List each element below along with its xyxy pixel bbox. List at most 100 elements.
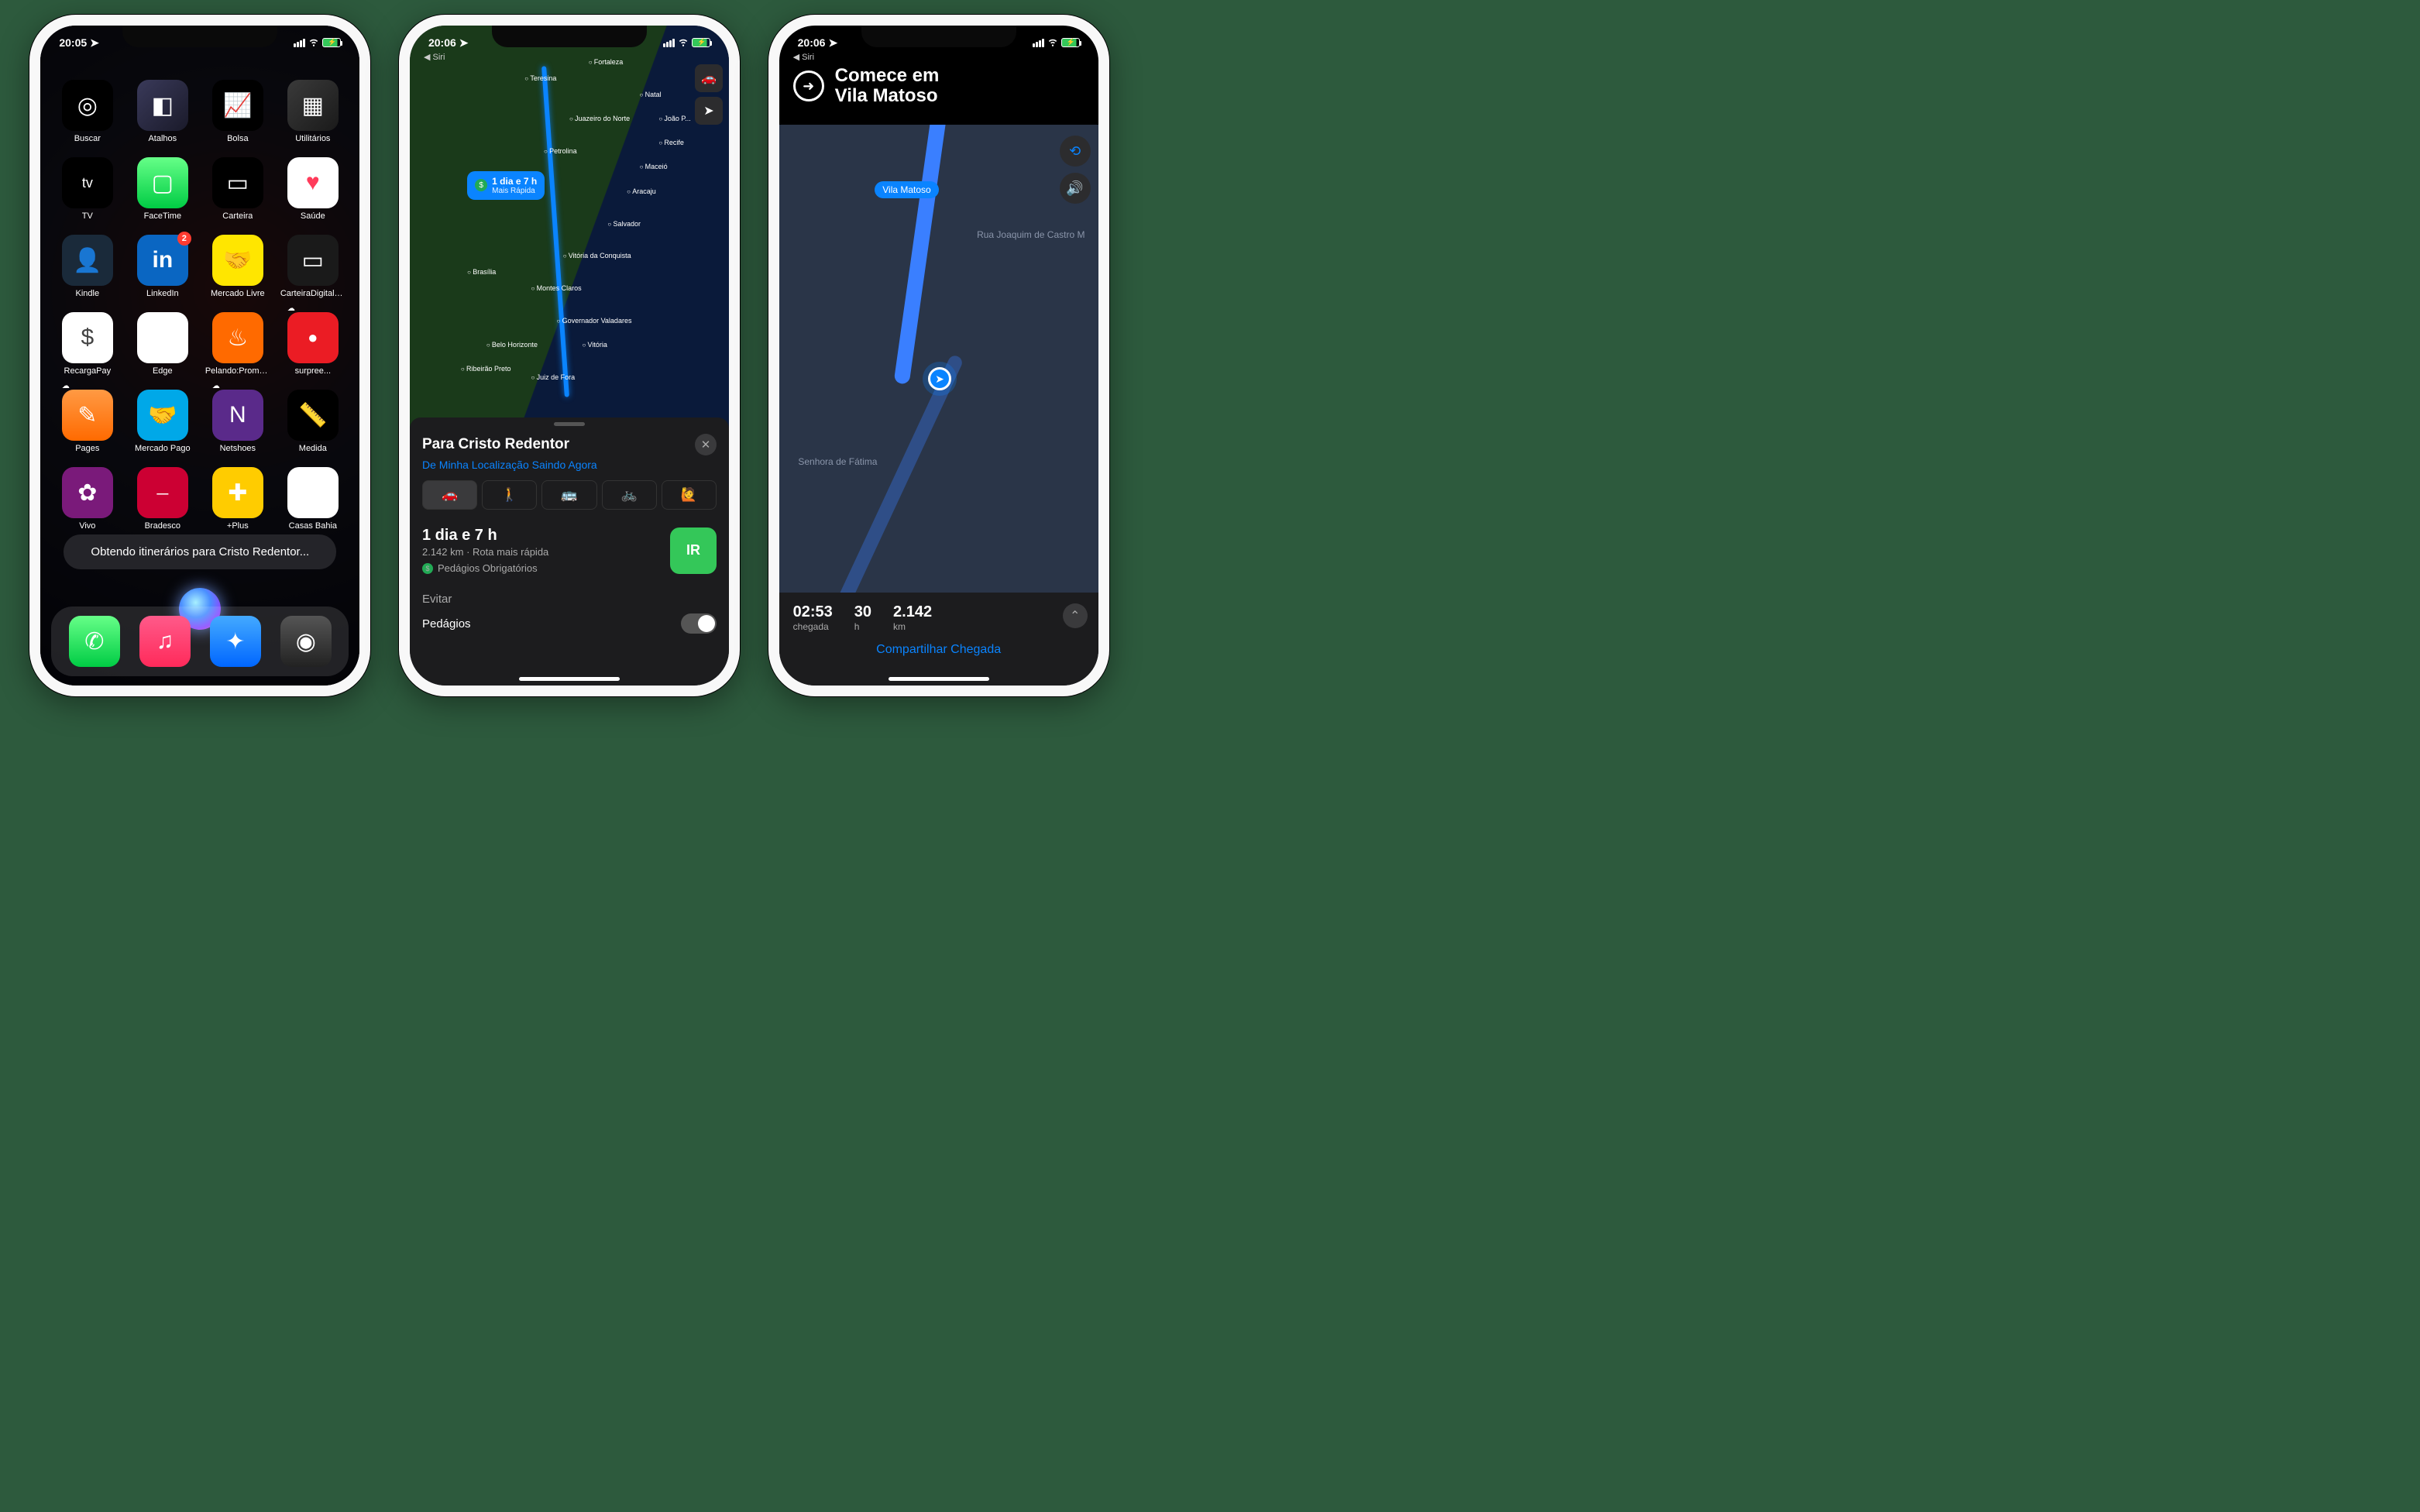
app-pelando-promo-[interactable]: ♨ Pelando:Promo... bbox=[205, 312, 270, 376]
app-facetime[interactable]: ▢FaceTime bbox=[129, 157, 195, 221]
mode-cycle[interactable]: 🚲 bbox=[602, 480, 657, 510]
navigation-banner[interactable]: ➜ Comece em Vila Matoso bbox=[779, 60, 1098, 113]
app-label: Carteira bbox=[222, 211, 253, 221]
map-city-label: Ribeirão Preto bbox=[461, 365, 511, 373]
maneuver-icon: ➜ bbox=[793, 70, 824, 101]
app-label: Utilitários bbox=[295, 134, 330, 143]
app-label: Saúde bbox=[301, 211, 325, 221]
street-label: Senhora de Fátima bbox=[798, 456, 877, 467]
dock-music[interactable]: ♫ bbox=[139, 616, 191, 667]
home-indicator[interactable] bbox=[889, 677, 989, 681]
home-screen-grid: ◎Buscar◧Atalhos📈Bolsa▦Utilitários tvTV▢Fa… bbox=[40, 26, 359, 531]
app-icon: ✿ bbox=[62, 467, 113, 518]
map-city-label: Petrolina bbox=[544, 147, 577, 155]
phone-home: 20:05 ➤ ◎Buscar◧Atalhos📈Bolsa▦Utilitário… bbox=[29, 15, 370, 696]
phone-maps-overview: 20:06 ➤ ◀ Siri $ 1 dia e 7 h Mais Rápida… bbox=[399, 15, 740, 696]
route-overview-button[interactable]: ⟲ bbox=[1060, 136, 1091, 167]
avoid-section-header: Evitar bbox=[422, 593, 717, 606]
app-mercado-livre[interactable]: 🤝Mercado Livre bbox=[205, 235, 270, 298]
app-label: RecargaPay bbox=[64, 366, 112, 376]
avoid-tolls-toggle[interactable] bbox=[681, 613, 717, 634]
app-pages[interactable]: ✎☁︎Pages bbox=[54, 390, 120, 453]
app-label: Vivo bbox=[79, 521, 95, 531]
siri-response-pill[interactable]: Obtendo itinerários para Cristo Redentor… bbox=[64, 534, 336, 569]
app-label: Pelando:Promo... bbox=[205, 366, 270, 376]
app-utilit-rios[interactable]: ▦Utilitários bbox=[280, 80, 345, 143]
directions-sheet[interactable]: Para Cristo Redentor ✕ De Minha Localiza… bbox=[410, 418, 729, 686]
cellular-icon bbox=[294, 39, 305, 47]
app-recargapay[interactable]: $RecargaPay bbox=[54, 312, 120, 376]
map-city-label: Salvador bbox=[607, 220, 641, 228]
transport-mode-button[interactable]: 🚗 bbox=[695, 64, 723, 92]
app-sa-de[interactable]: ♥Saúde bbox=[280, 157, 345, 221]
go-button[interactable]: IR bbox=[670, 527, 717, 574]
home-indicator[interactable] bbox=[519, 677, 620, 681]
stat-arrival: 02:53 chegada bbox=[793, 603, 833, 632]
wifi-icon bbox=[1047, 36, 1058, 50]
current-street-chip: Vila Matoso bbox=[875, 181, 938, 198]
app-edge[interactable]: ◔Edge bbox=[129, 312, 195, 376]
mode-drive[interactable]: 🚗 bbox=[422, 480, 477, 510]
app-medida[interactable]: 📏 Medida bbox=[280, 390, 345, 453]
app-bradesco[interactable]: ⎯Bradesco bbox=[129, 467, 195, 531]
app-icon: 🤝 bbox=[137, 390, 188, 441]
expand-sheet-button[interactable]: ⌃ bbox=[1063, 603, 1088, 628]
map-city-label: João P... bbox=[658, 115, 690, 122]
battery-icon bbox=[692, 38, 710, 47]
from-row[interactable]: De Minha Localização Saindo Agora bbox=[422, 459, 717, 471]
app-carteira[interactable]: ▭Carteira bbox=[205, 157, 270, 221]
route-callout[interactable]: $ 1 dia e 7 h Mais Rápida bbox=[467, 171, 545, 200]
map-city-label: Brasília bbox=[467, 268, 496, 276]
app-surpree-[interactable]: ●☁︎surpree... bbox=[280, 312, 345, 376]
app-netshoes[interactable]: N☁︎Netshoes bbox=[205, 390, 270, 453]
map-canvas[interactable]: $ 1 dia e 7 h Mais Rápida 🚗 ➤ FortalezaT… bbox=[410, 26, 729, 430]
notch bbox=[861, 26, 1016, 47]
back-to-siri[interactable]: ◀ Siri bbox=[424, 52, 445, 62]
app-mercado-pago[interactable]: 🤝Mercado Pago bbox=[129, 390, 195, 453]
app-kindle[interactable]: 👤Kindle bbox=[54, 235, 120, 298]
status-time: 20:05 bbox=[59, 36, 87, 49]
sheet-grabber[interactable] bbox=[554, 422, 585, 426]
app-icon: 📏 bbox=[287, 390, 339, 441]
user-location-puck: ➤ bbox=[923, 362, 957, 396]
instruction-line-2: Vila Matoso bbox=[835, 86, 940, 106]
app-carteiradigitald-[interactable]: ▭CarteiraDigitald... bbox=[280, 235, 345, 298]
app-buscar[interactable]: ◎Buscar bbox=[54, 80, 120, 143]
app-vivo[interactable]: ✿ Vivo bbox=[54, 467, 120, 531]
map-city-label: Juazeiro do Norte bbox=[569, 115, 630, 122]
dock: ✆ ♫ ✦ ◉ bbox=[51, 607, 349, 676]
dock-safari[interactable]: ✦ bbox=[210, 616, 261, 667]
dock-phone[interactable]: ✆ bbox=[69, 616, 120, 667]
close-button[interactable]: ✕ bbox=[695, 434, 717, 455]
app-label: Netshoes bbox=[220, 444, 256, 453]
route-summary[interactable]: 1 dia e 7 h 2.142 km · Rota mais rápida … bbox=[422, 527, 548, 574]
street-label: Rua Joaquim de Castro M bbox=[977, 229, 1085, 240]
navigation-footer[interactable]: ⌃ 02:53 chegada 30 h 2.142 km Compartilh… bbox=[779, 593, 1098, 686]
map-city-label: Maceió bbox=[640, 163, 668, 170]
app-icon: 🤝 bbox=[212, 235, 263, 286]
app-tv[interactable]: tvTV bbox=[54, 157, 120, 221]
app-casas-bahia[interactable]: ▮Casas Bahia bbox=[280, 467, 345, 531]
app-label: Kindle bbox=[76, 289, 100, 298]
map-city-label: Vitória bbox=[582, 341, 607, 349]
wifi-icon bbox=[308, 36, 319, 50]
app-icon: ♨ bbox=[212, 312, 263, 363]
cellular-icon bbox=[663, 39, 675, 47]
app-icon: in2 bbox=[137, 235, 188, 286]
dock-camera[interactable]: ◉ bbox=[280, 616, 332, 667]
mode-transit[interactable]: 🚌 bbox=[541, 480, 596, 510]
navigation-map[interactable]: Vila Matoso ➤ ⟲ 🔊 Rua Joaquim de Castro … bbox=[779, 125, 1098, 599]
app-linkedin[interactable]: in2LinkedIn bbox=[129, 235, 195, 298]
app-atalhos[interactable]: ◧Atalhos bbox=[129, 80, 195, 143]
back-to-siri[interactable]: ◀ Siri bbox=[793, 52, 814, 62]
mode-walk[interactable]: 🚶 bbox=[482, 480, 537, 510]
recenter-button[interactable]: ➤ bbox=[695, 97, 723, 125]
audio-button[interactable]: 🔊 bbox=[1060, 173, 1091, 204]
app--plus[interactable]: ✚+Plus bbox=[205, 467, 270, 531]
share-eta-link[interactable]: Compartilhar Chegada bbox=[793, 643, 1085, 657]
stat-hours: 30 h bbox=[854, 603, 871, 632]
app-bolsa[interactable]: 📈Bolsa bbox=[205, 80, 270, 143]
app-label: Medida bbox=[299, 444, 327, 453]
notch bbox=[492, 26, 647, 47]
mode-rideshare[interactable]: 🙋 bbox=[662, 480, 717, 510]
